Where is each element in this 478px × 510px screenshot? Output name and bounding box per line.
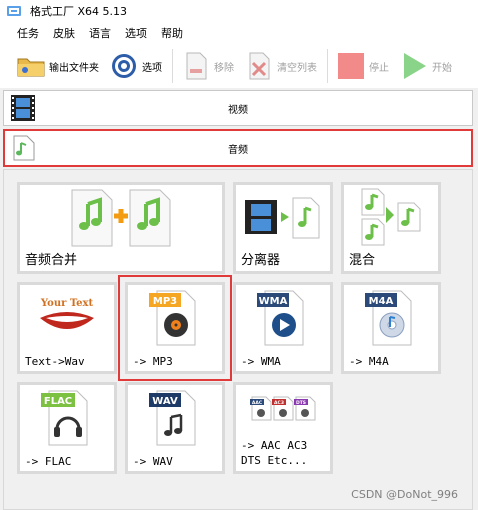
tile-to-others[interactable]: AAC AC3 DTS -> AAC AC3 DTS Etc...	[233, 382, 333, 474]
mp3-highlight-frame	[118, 275, 232, 381]
toolbar-divider	[327, 49, 328, 83]
category-video[interactable]: 视频	[3, 90, 473, 126]
category-video-label: 视频	[228, 104, 248, 116]
tile-text-to-wav-label: Text->Wav	[25, 355, 85, 368]
audio-file-icon	[11, 134, 37, 162]
stop-icon	[336, 51, 366, 81]
stop-label: 停止	[369, 62, 389, 74]
clear-list-label: 清空列表	[277, 62, 317, 74]
lips-icon: Your Text	[20, 285, 114, 349]
options-button[interactable]: 选项	[105, 48, 166, 84]
mix-icon	[344, 185, 438, 249]
title-bar: 格式工厂 X64 5.13	[0, 0, 478, 22]
clear-list-button[interactable]: 清空列表	[240, 48, 321, 84]
film-strip-icon	[10, 94, 36, 122]
menu-skin[interactable]: 皮肤	[46, 25, 82, 41]
tile-to-wav-label: -> WAV	[133, 455, 173, 468]
flac-badge: FLAC	[44, 396, 72, 407]
options-label: 选项	[142, 62, 162, 74]
category-audio[interactable]: 音频	[3, 129, 473, 167]
remove-label: 移除	[214, 62, 234, 74]
tile-to-wma-label: -> WMA	[241, 355, 281, 368]
format-factory-app-icon	[7, 6, 21, 16]
tile-to-m4a[interactable]: M4A -> M4A	[341, 282, 441, 374]
menu-language[interactable]: 语言	[82, 25, 118, 41]
remove-document-icon	[181, 51, 211, 81]
category-audio-label: 音频	[228, 144, 248, 156]
tile-audio-merge-label: 音频合并	[25, 253, 78, 268]
wma-file-icon: WMA	[236, 285, 330, 349]
wav-badge: WAV	[152, 396, 178, 407]
start-button[interactable]: 开始	[395, 48, 456, 84]
flac-file-icon: FLAC	[20, 385, 114, 449]
tile-splitter[interactable]: 分离器	[233, 182, 333, 274]
dts-badge: DTS	[296, 400, 306, 406]
aac-badge: AAC	[252, 400, 263, 406]
m4a-badge: M4A	[369, 296, 394, 307]
aac-ac3-dts-icon: AAC AC3 DTS	[236, 385, 330, 431]
clear-list-icon	[244, 51, 274, 81]
tile-audio-merge[interactable]: 音频合并	[17, 182, 225, 274]
csdn-watermark: CSDN @DoNot_996	[351, 488, 458, 501]
tile-text-to-wav[interactable]: Your Text Text->Wav	[17, 282, 117, 374]
wav-file-icon: WAV	[128, 385, 222, 449]
splitter-icon	[236, 185, 330, 249]
menu-task[interactable]: 任务	[10, 25, 46, 41]
tile-to-flac-label: -> FLAC	[25, 455, 72, 468]
menu-bar: 任务 皮肤 语言 选项 帮助	[0, 22, 478, 44]
tile-to-m4a-label: -> M4A	[349, 355, 389, 368]
tile-to-others-label: -> AAC AC3 DTS Etc...	[241, 439, 308, 467]
tile-mix-label: 混合	[349, 253, 376, 268]
menu-help[interactable]: 帮助	[154, 25, 190, 41]
folder-icon	[16, 51, 46, 81]
wma-badge: WMA	[259, 296, 288, 307]
your-text-badge: Your Text	[40, 298, 94, 309]
toolbar-divider	[172, 49, 173, 83]
toolbar: 输出文件夹 选项 移除 清空列表 停止 开始	[0, 44, 478, 88]
tile-mix[interactable]: 混合	[341, 182, 441, 274]
window-title: 格式工厂 X64 5.13	[30, 5, 128, 18]
m4a-file-icon: M4A	[344, 285, 438, 349]
gear-icon	[109, 51, 139, 81]
play-icon	[399, 51, 429, 81]
tile-splitter-label: 分离器	[241, 253, 281, 268]
remove-button[interactable]: 移除	[177, 48, 238, 84]
audio-tools-panel: 音频合并 分离器 混合 Your Text Text->Wav MP3 -> M…	[3, 169, 473, 510]
ac3-badge: AC3	[274, 400, 284, 406]
output-folder-label: 输出文件夹	[49, 62, 99, 74]
menu-options[interactable]: 选项	[118, 25, 154, 41]
start-label: 开始	[432, 62, 452, 74]
output-folder-button[interactable]: 输出文件夹	[12, 48, 103, 84]
audio-merge-icon	[20, 185, 222, 249]
tile-to-flac[interactable]: FLAC -> FLAC	[17, 382, 117, 474]
tile-to-wav[interactable]: WAV -> WAV	[125, 382, 225, 474]
tile-to-wma[interactable]: WMA -> WMA	[233, 282, 333, 374]
stop-button[interactable]: 停止	[332, 48, 393, 84]
